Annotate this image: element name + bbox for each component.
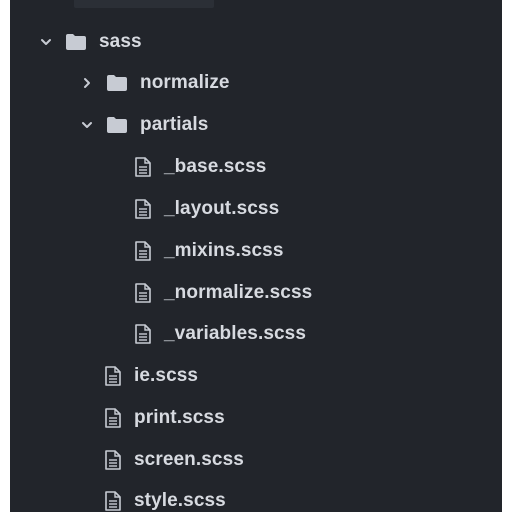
- file-icon: [134, 241, 152, 261]
- tree-item-label: style.scss: [134, 490, 226, 511]
- tree-item-label: ie.scss: [134, 365, 199, 386]
- tree-item-label: _layout.scss: [164, 198, 280, 219]
- tree-file-print[interactable]: print.scss: [10, 397, 502, 439]
- file-icon: [134, 157, 152, 177]
- tree-file-style[interactable]: style.scss: [10, 480, 502, 512]
- tree-file-base[interactable]: _base.scss: [10, 146, 502, 188]
- folder-icon: [106, 116, 128, 134]
- tree-folder-sass[interactable]: sass: [10, 21, 502, 63]
- file-icon: [134, 324, 152, 344]
- tree-file-ie[interactable]: ie.scss: [10, 355, 502, 397]
- tree-file-layout[interactable]: _layout.scss: [10, 188, 502, 230]
- chevron-right-icon[interactable]: [80, 76, 94, 90]
- tree-item-label: normalize: [140, 72, 230, 93]
- tree-item-label: partials: [140, 114, 209, 135]
- tree-item-label: _mixins.scss: [164, 240, 284, 261]
- file-icon: [104, 450, 122, 470]
- tree-folder-partials[interactable]: partials: [10, 104, 502, 146]
- tree-folder-normalize[interactable]: normalize: [10, 62, 502, 104]
- cut-off-row: [74, 0, 214, 8]
- file-icon: [104, 366, 122, 386]
- tree-file-variables[interactable]: _variables.scss: [10, 313, 502, 355]
- file-icon: [104, 408, 122, 428]
- chevron-down-icon[interactable]: [80, 118, 94, 132]
- chevron-down-icon[interactable]: [39, 35, 53, 49]
- tree-file-mixins[interactable]: _mixins.scss: [10, 230, 502, 272]
- tree-file-normalize[interactable]: _normalize.scss: [10, 272, 502, 314]
- file-icon: [134, 283, 152, 303]
- tree-item-label: _base.scss: [164, 156, 267, 177]
- tree-item-label: screen.scss: [134, 449, 244, 470]
- tree-item-label: print.scss: [134, 407, 225, 428]
- folder-icon: [65, 33, 87, 51]
- tree-item-label: sass: [99, 31, 142, 52]
- file-icon: [104, 491, 122, 511]
- tree-item-label: _variables.scss: [164, 323, 307, 344]
- folder-icon: [106, 74, 128, 92]
- file-icon: [134, 199, 152, 219]
- file-tree-panel: sass normalize partials _base.scss _layo…: [10, 0, 502, 512]
- tree-file-screen[interactable]: screen.scss: [10, 439, 502, 481]
- tree-item-label: _normalize.scss: [164, 282, 313, 303]
